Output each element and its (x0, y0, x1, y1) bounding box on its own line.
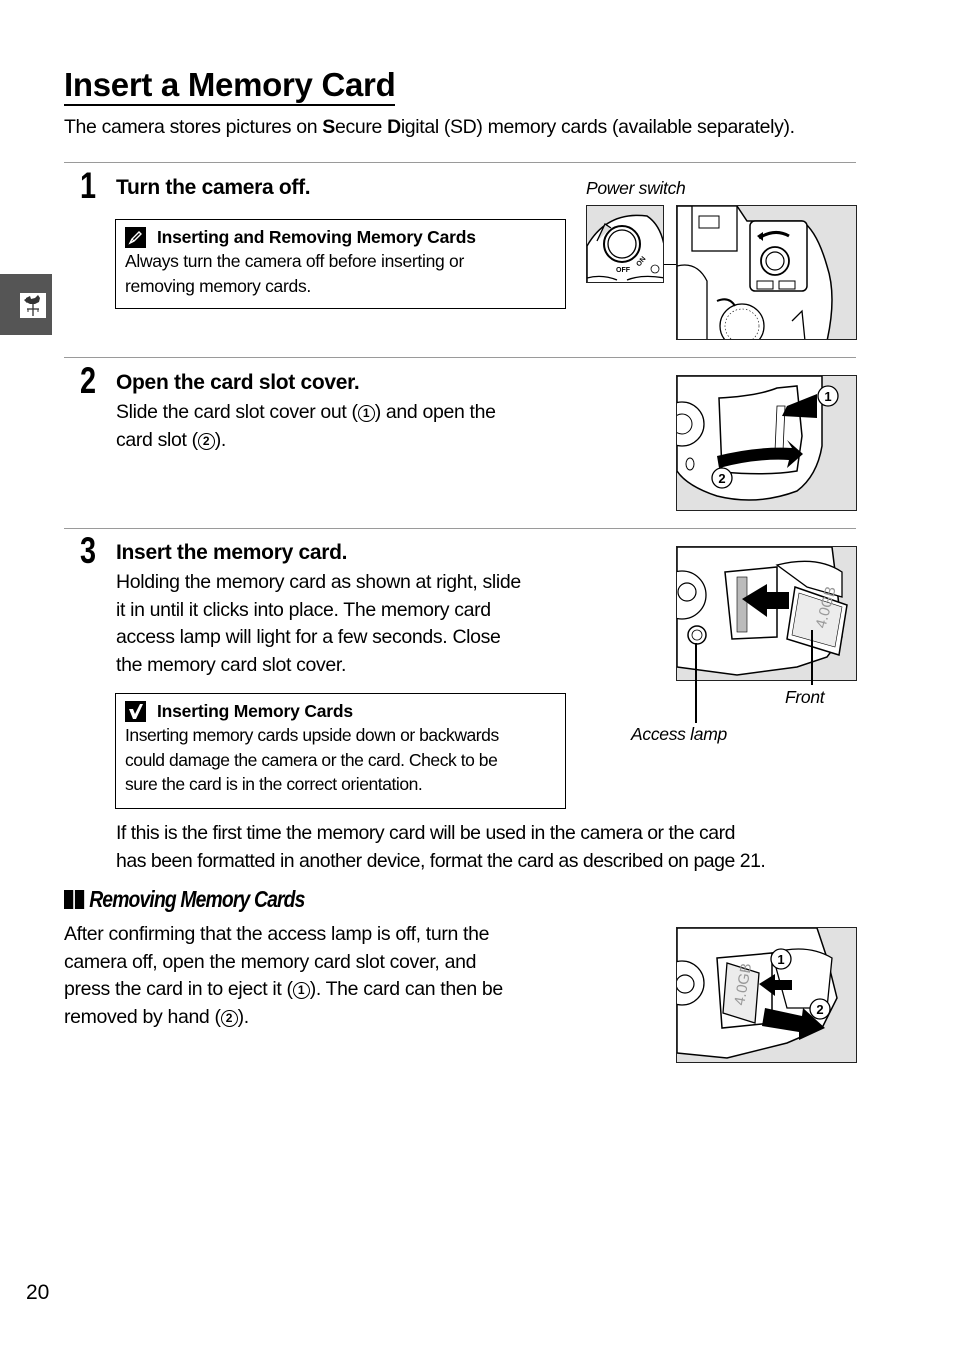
subsection-heading-text: Removing Memory Cards (89, 886, 305, 912)
callout-number-1: 1 (292, 982, 310, 999)
step-line: card slot (2). (116, 427, 576, 455)
card-slot-cover-illustration: 1 2 (676, 375, 857, 511)
page-number: 20 (26, 1281, 50, 1304)
note-heading: Inserting and Removing Memory Cards (125, 225, 556, 249)
figure-callout-2: 2 (816, 1002, 823, 1017)
note-heading-text: Inserting and Removing Memory Cards (157, 227, 476, 247)
remove-card-illustration: 4.0GB 1 2 (676, 927, 857, 1063)
note-body: Inserting memory cards upside down or ba… (125, 723, 556, 797)
callout-line-front (811, 630, 813, 685)
checkmark-caution-icon (125, 700, 146, 722)
page-title: Insert a Memory Card (64, 66, 396, 106)
intro-text: The camera stores pictures on Secure Dig… (64, 116, 795, 139)
chapter-side-tab (0, 274, 52, 335)
power-switch-detail-illustration: OFF ON (586, 205, 664, 283)
figure-callout-2: 2 (718, 471, 725, 486)
weathervane-icon (20, 293, 46, 318)
callout-number-1: 1 (357, 405, 375, 422)
step-line: Slide the card slot cover out (1) and op… (116, 399, 576, 427)
section-divider (64, 528, 856, 529)
insert-card-illustration: 4.0GB (676, 546, 857, 681)
callout-number-2: 2 (220, 1009, 238, 1027)
callout-number-2: 2 (197, 432, 215, 450)
step-number: 2 (80, 360, 97, 401)
note-line: could damage the camera or the card. Che… (125, 749, 498, 770)
callout-line-access-lamp (695, 643, 697, 723)
intro-part: igital (SD) memory cards (available sepa… (400, 116, 795, 138)
caution-box-inserting: Inserting Memory Cards Inserting memory … (115, 693, 566, 809)
step-title: Turn the camera off. (116, 176, 311, 199)
camera-top-illustration (676, 205, 857, 340)
step-line: access lamp will light for a few seconds… (116, 626, 501, 648)
figure-callout-1: 1 (777, 952, 784, 967)
text-run: ). (214, 428, 227, 451)
section-divider (64, 162, 856, 163)
note-box-inserting-removing: Inserting and Removing Memory Cards Alwa… (115, 219, 566, 309)
figure-caption-power-switch: Power switch (586, 178, 686, 198)
intro-part: ecure (334, 116, 388, 138)
text-line: If this is the first time the memory car… (116, 822, 735, 844)
note-line: Always turn the camera off before insert… (125, 251, 464, 271)
label-front: Front (785, 687, 825, 707)
note-line: removing memory cards. (125, 275, 311, 296)
note-line: Inserting memory cards upside down or ba… (125, 725, 499, 745)
step-line: the memory card slot cover. (116, 653, 347, 676)
subsection-heading: Removing Memory Cards (64, 886, 305, 913)
section-divider (64, 357, 856, 358)
text-run: ). (237, 1005, 250, 1028)
step-body-text: Holding the memory card as shown at righ… (116, 569, 586, 679)
note-body: Always turn the camera off before insert… (125, 249, 556, 298)
figure-callout-1: 1 (824, 389, 831, 404)
note-heading-text: Inserting Memory Cards (157, 701, 353, 721)
text-line: After confirming that the access lamp is… (64, 923, 490, 945)
pencil-note-icon (125, 226, 146, 248)
intro-emphasis-d: D (387, 116, 401, 138)
format-instruction-text: If this is the first time the memory car… (116, 820, 766, 875)
intro-part: The camera stores pictures on (64, 116, 323, 138)
step-line: it in until it clicks into place. The me… (116, 598, 491, 621)
section-marker-icon (64, 890, 86, 909)
text-run: ) and open the (374, 401, 496, 423)
step-body-text: Slide the card slot cover out (1) and op… (116, 399, 576, 454)
step-title: Insert the memory card. (116, 541, 348, 564)
text-run: Slide the card slot cover out ( (116, 401, 358, 423)
off-label: OFF (616, 267, 631, 274)
step-line: Holding the memory card as shown at righ… (116, 571, 521, 593)
note-heading: Inserting Memory Cards (125, 699, 556, 723)
text-run: ). The card can then be (309, 978, 504, 1000)
removing-body-text: After confirming that the access lamp is… (64, 921, 584, 1031)
text-run: card slot ( (116, 428, 198, 451)
text-line: press the card in to eject it (1). The c… (64, 976, 584, 1004)
label-access-lamp: Access lamp (631, 724, 727, 744)
text-run: press the card in to eject it ( (64, 978, 293, 1000)
text-line: has been formatted in another device, fo… (116, 849, 766, 872)
text-run: removed by hand ( (64, 1005, 221, 1028)
text-line: camera off, open the memory card slot co… (64, 950, 477, 973)
note-line: sure the card is in the correct orientat… (125, 774, 423, 794)
intro-emphasis-s: S (322, 116, 335, 138)
text-line: removed by hand (2). (64, 1004, 584, 1032)
step-title: Open the card slot cover. (116, 371, 360, 394)
step-number: 1 (80, 165, 97, 206)
step-number: 3 (80, 530, 97, 571)
